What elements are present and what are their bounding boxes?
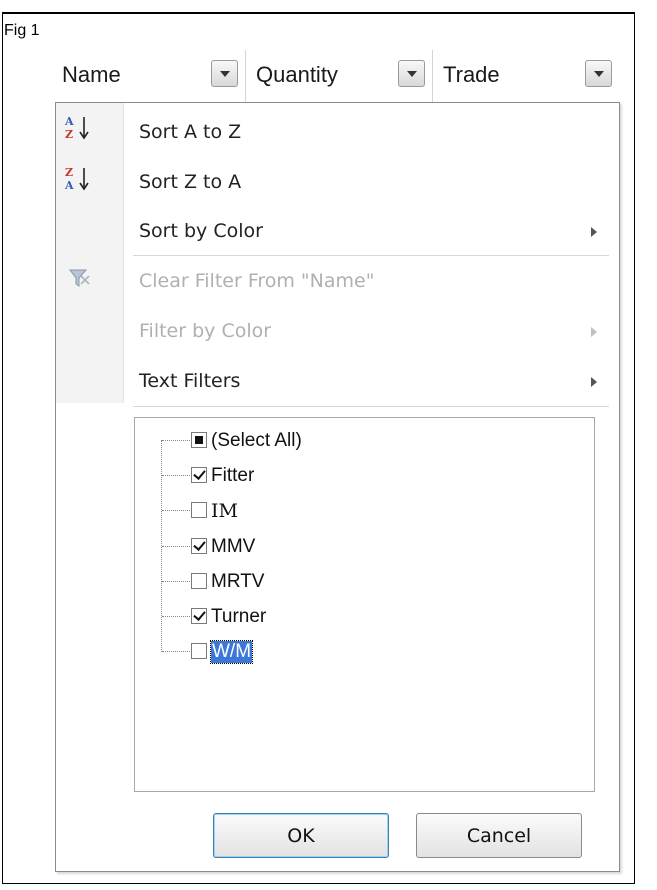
- checkbox-label: (Select All): [211, 430, 302, 451]
- menu-separator: [133, 255, 609, 256]
- submenu-arrow-icon: [591, 327, 597, 337]
- sort-descending-icon: Z A: [64, 166, 89, 192]
- checkbox-label: MMV: [211, 536, 256, 557]
- sort-ascending-icon: A Z: [64, 115, 89, 141]
- tree-connector: [162, 440, 190, 441]
- tree-connector: [162, 546, 190, 547]
- text-filters-item[interactable]: Text Filters: [139, 370, 240, 392]
- sort-z-to-a-item[interactable]: Sort Z to A: [139, 171, 241, 193]
- menu-separator: [133, 406, 609, 407]
- ok-button[interactable]: OK: [213, 813, 389, 858]
- name-filter-dropdown-button[interactable]: [211, 60, 238, 87]
- clear-filter-item[interactable]: Clear Filter From "Name": [139, 270, 374, 292]
- tree-connector: [162, 510, 190, 511]
- sort-by-color-item[interactable]: Sort by Color: [139, 220, 263, 242]
- tree-connector: [162, 581, 190, 582]
- figure-label: Fig 1: [4, 22, 40, 39]
- filter-value-checkbox[interactable]: [191, 538, 207, 554]
- submenu-arrow-icon: [591, 227, 597, 237]
- column-divider: [245, 50, 246, 102]
- filter-value-checkbox[interactable]: [191, 573, 207, 589]
- filter-values-list[interactable]: (Select All) Fitter IM MMV MRTV Turner W…: [134, 417, 595, 792]
- column-divider: [432, 50, 433, 102]
- svg-text:Z: Z: [65, 166, 73, 179]
- cancel-button[interactable]: Cancel: [416, 813, 582, 858]
- checkbox-label: W/M: [209, 640, 254, 664]
- column-header-name: Name: [62, 62, 121, 87]
- svg-text:A: A: [64, 179, 74, 192]
- checkbox-label: MRTV: [211, 571, 265, 592]
- submenu-arrow-icon: [591, 377, 597, 387]
- filter-value-checkbox[interactable]: [191, 467, 207, 483]
- quantity-filter-dropdown-button[interactable]: [398, 60, 425, 87]
- autofilter-menu: A Z Sort A to Z Z A Sort Z to A Sort by …: [55, 102, 620, 872]
- sort-a-to-z-item[interactable]: Sort A to Z: [139, 121, 241, 143]
- clear-filter-icon: [69, 269, 90, 287]
- svg-text:A: A: [64, 115, 74, 128]
- checkbox-label: IM: [211, 500, 238, 522]
- filter-value-checkbox[interactable]: [191, 643, 207, 659]
- filter-value-checkbox[interactable]: [191, 502, 207, 518]
- tree-connector: [162, 651, 190, 652]
- checkbox-label: Turner: [211, 606, 267, 627]
- select-all-checkbox[interactable]: [191, 432, 207, 448]
- checkbox-label: Fitter: [211, 465, 255, 486]
- tree-connector: [162, 616, 190, 617]
- filter-value-checkbox[interactable]: [191, 608, 207, 624]
- svg-text:Z: Z: [65, 128, 73, 141]
- column-header-quantity: Quantity: [256, 62, 338, 87]
- tree-connector: [162, 475, 190, 476]
- filter-by-color-item[interactable]: Filter by Color: [139, 320, 271, 342]
- menu-icon-gutter: [56, 103, 124, 403]
- trade-filter-dropdown-button[interactable]: [585, 60, 612, 87]
- column-header-trade: Trade: [443, 62, 500, 87]
